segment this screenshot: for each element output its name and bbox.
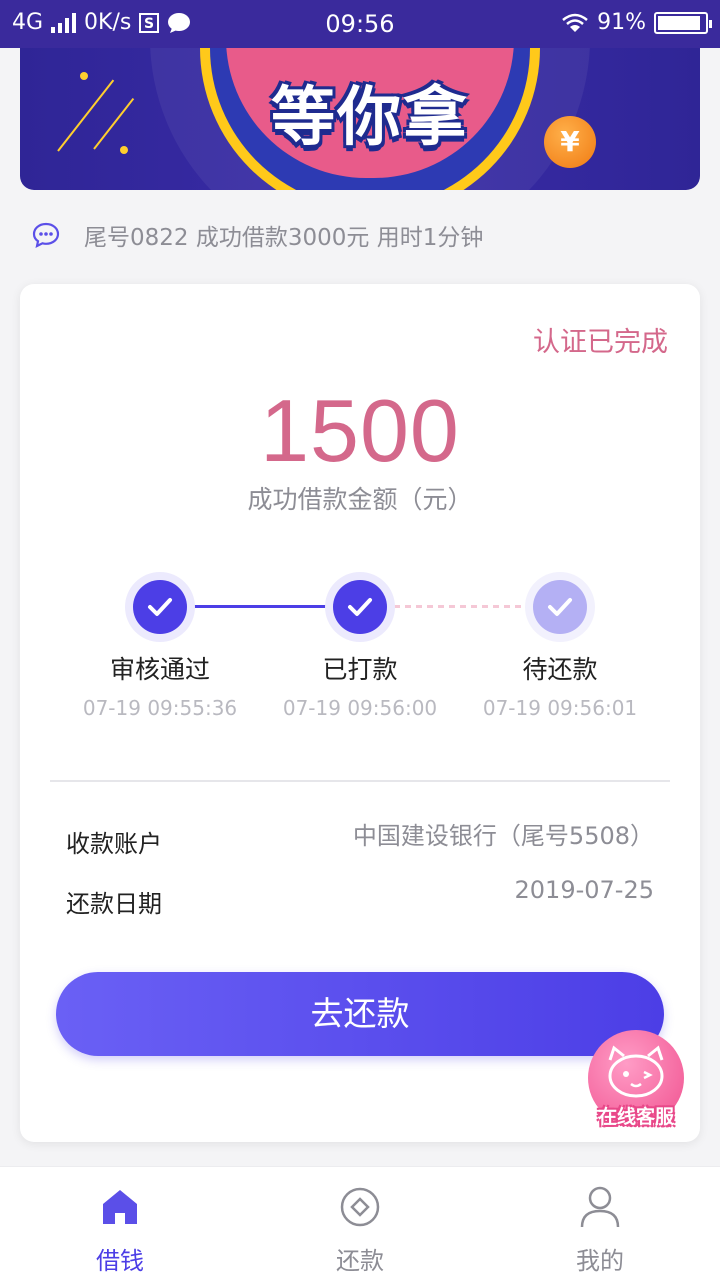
- wifi-icon: [562, 13, 588, 32]
- coin-icon: ¥: [544, 116, 596, 168]
- step-title: 审核通过: [109, 655, 210, 684]
- battery-fill: [658, 15, 700, 30]
- divider: [50, 780, 670, 782]
- step-time: 07-19 09:55:36: [82, 696, 238, 720]
- online-service-button[interactable]: 在线客服: [584, 1030, 688, 1134]
- nav-label: 还款: [336, 1247, 384, 1275]
- info-key: 还款日期: [66, 890, 162, 918]
- info-value: 中国建设银行（尾号5508）: [352, 822, 654, 850]
- loan-amount: 1500: [260, 381, 460, 480]
- step-title: 已打款: [322, 655, 398, 684]
- step-circle: [325, 572, 395, 642]
- nav-label: 借钱: [96, 1247, 144, 1275]
- check-icon: [133, 580, 187, 634]
- service-label: 在线客服: [597, 1106, 674, 1128]
- info-key: 收款账户: [66, 830, 162, 858]
- step-title: 待还款: [522, 655, 598, 684]
- banner-deco-dot: [120, 146, 128, 154]
- banner-slogan: 等你拿: [271, 81, 469, 155]
- battery-icon: [654, 11, 712, 34]
- nav-borrow[interactable]: 借钱: [60, 1183, 180, 1276]
- message-icon: [32, 222, 60, 248]
- battery-percent: 91%: [597, 10, 646, 35]
- banner-deco-line: [57, 79, 115, 152]
- nav-label: 我的: [576, 1247, 624, 1275]
- step-pending-repay: 待还款 07-19 09:56:01: [460, 572, 660, 720]
- status-bar: 4G 0K/s S 09:56 91%: [0, 0, 720, 48]
- banner-deco-dot: [80, 72, 88, 80]
- step-time: 07-19 09:56:00: [282, 696, 438, 720]
- step-circle: [525, 572, 595, 642]
- step-reviewed: 审核通过 07-19 09:55:36: [60, 572, 260, 720]
- banner-deco-line: [93, 97, 135, 150]
- progress-steps: 审核通过 07-19 09:55:36 已打款 07-19 09:56:00 待…: [20, 572, 700, 722]
- step-paid: 已打款 07-19 09:56:00: [260, 572, 460, 720]
- home-icon: [60, 1183, 180, 1231]
- profile-icon: [540, 1183, 660, 1231]
- status-right: 91%: [561, 10, 712, 35]
- info-value: 2019-07-25: [514, 876, 654, 904]
- promo-banner[interactable]: 等你拿 ¥: [20, 48, 700, 190]
- repay-icon: [300, 1183, 420, 1231]
- step-time: 07-19 09:56:01: [482, 696, 638, 720]
- ticker-text: 尾号0822 成功借款3000元 用时1分钟: [84, 225, 484, 251]
- loan-ticker: 尾号0822 成功借款3000元 用时1分钟: [32, 218, 483, 252]
- loan-status-card: 认证已完成 1500 成功借款金额（元） 审核通过 07-19 09:55:36…: [20, 284, 700, 1142]
- repay-button[interactable]: 去还款: [56, 972, 664, 1056]
- check-icon: [333, 580, 387, 634]
- nav-repay[interactable]: 还款: [300, 1183, 420, 1276]
- nav-mine[interactable]: 我的: [540, 1183, 660, 1276]
- loan-amount-label: 成功借款金额（元）: [247, 485, 473, 514]
- bottom-nav: 借钱 还款 我的: [0, 1166, 720, 1281]
- auth-status: 认证已完成: [533, 327, 668, 358]
- step-circle: [125, 572, 195, 642]
- check-icon: [533, 580, 587, 634]
